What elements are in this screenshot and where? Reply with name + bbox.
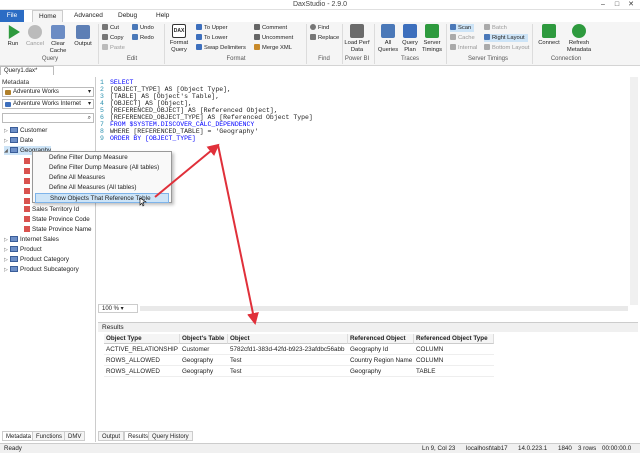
status-ready: Ready [4, 445, 22, 452]
status-time: 00:00:00.0 [602, 445, 632, 452]
status-version: 14.0.223.1 [518, 445, 548, 452]
annotation-arrows [139, 143, 259, 325]
status-spid: 1840 [558, 445, 572, 452]
arrow-to-results [217, 144, 259, 325]
status-server: localhost\tab17 [466, 445, 508, 452]
status-position: Ln 9, Col 23 [422, 445, 456, 452]
status-bar: Ready Ln 9, Col 23 localhost\tab17 14.0.… [0, 443, 640, 453]
status-rows: 3 rows [578, 445, 597, 452]
mouse-cursor-icon [139, 197, 147, 207]
arrow-to-editor [154, 143, 220, 198]
